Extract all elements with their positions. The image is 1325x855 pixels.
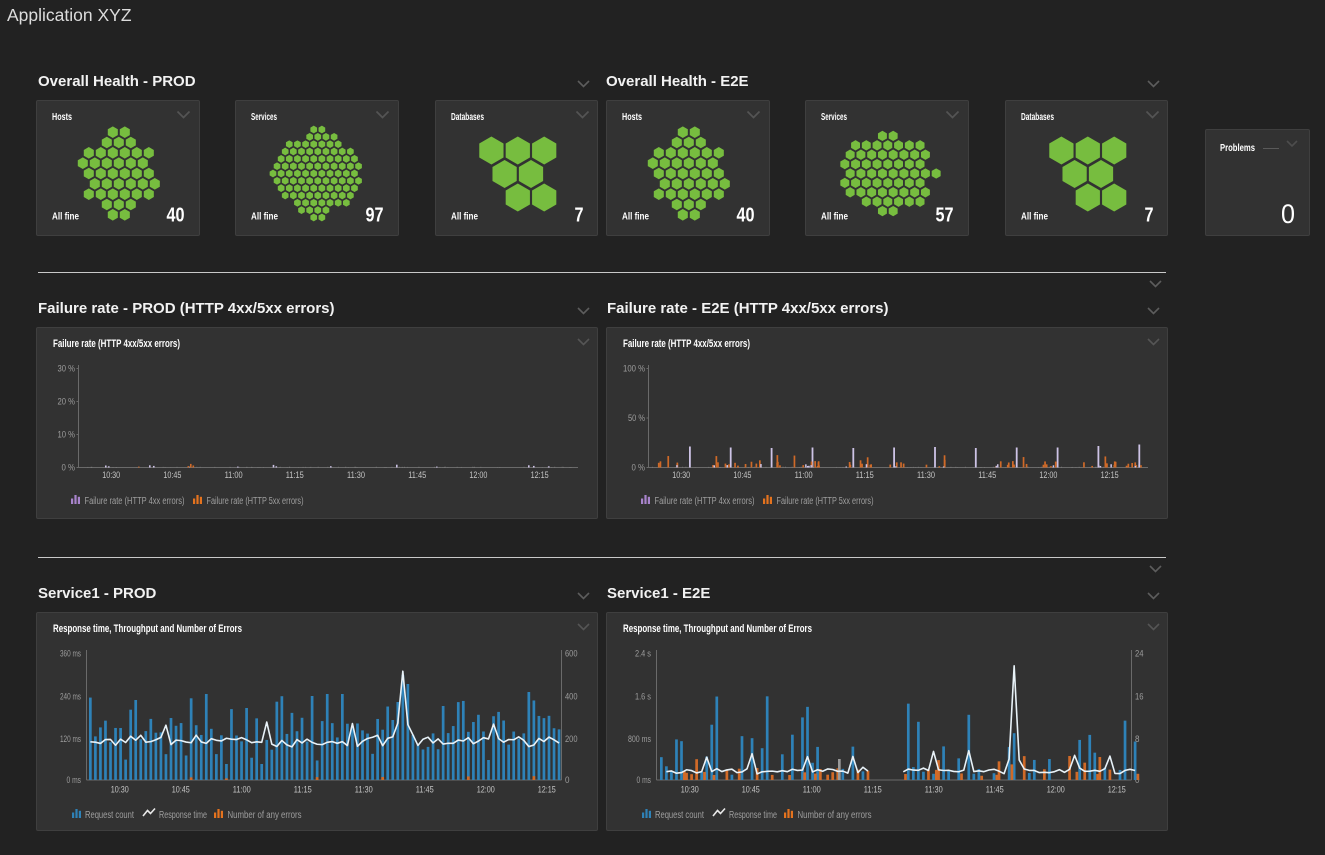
svg-text:1.6 s: 1.6 s — [635, 691, 651, 701]
svg-text:0: 0 — [565, 775, 570, 785]
svg-text:11:00: 11:00 — [225, 470, 243, 480]
svg-text:10:45: 10:45 — [172, 785, 190, 795]
svg-text:11:30: 11:30 — [917, 470, 935, 480]
svg-text:Request count: Request count — [85, 810, 134, 821]
svg-text:12:15: 12:15 — [538, 785, 556, 795]
svg-text:24: 24 — [1135, 649, 1144, 659]
svg-text:11:45: 11:45 — [416, 785, 434, 795]
svg-text:Services: Services — [251, 111, 277, 123]
svg-text:Problems: Problems — [1220, 142, 1255, 154]
svg-text:Databases: Databases — [1021, 111, 1054, 123]
svg-text:Hosts: Hosts — [52, 111, 72, 123]
svg-text:0 %: 0 % — [632, 463, 646, 473]
svg-text:11:45: 11:45 — [978, 470, 996, 480]
svg-text:11:30: 11:30 — [355, 785, 373, 795]
svg-text:600: 600 — [565, 649, 578, 659]
svg-text:10:30: 10:30 — [672, 470, 690, 480]
svg-text:0 ms: 0 ms — [637, 775, 652, 785]
svg-text:11:00: 11:00 — [803, 785, 821, 795]
svg-text:Number of any errors: Number of any errors — [798, 810, 872, 821]
svg-text:Databases: Databases — [451, 111, 484, 123]
svg-text:Request count: Request count — [655, 810, 704, 821]
svg-text:11:45: 11:45 — [986, 785, 1004, 795]
svg-text:11:00: 11:00 — [233, 785, 251, 795]
svg-text:10:45: 10:45 — [733, 470, 751, 480]
svg-text:12:00: 12:00 — [469, 470, 487, 480]
svg-text:7: 7 — [1144, 205, 1153, 227]
svg-text:12:15: 12:15 — [1108, 785, 1126, 795]
svg-text:Response time: Response time — [159, 810, 207, 821]
svg-text:0 %: 0 % — [62, 463, 76, 473]
svg-text:100 %: 100 % — [623, 364, 645, 374]
svg-text:All fine: All fine — [622, 211, 649, 223]
svg-text:Response time, Throughput and: Response time, Throughput and Number of … — [53, 623, 242, 635]
svg-text:All fine: All fine — [451, 211, 478, 223]
svg-text:400: 400 — [565, 691, 578, 701]
svg-text:360 ms: 360 ms — [60, 649, 81, 659]
svg-text:20 %: 20 % — [58, 397, 76, 407]
svg-text:11:30: 11:30 — [925, 785, 943, 795]
svg-text:All fine: All fine — [52, 211, 79, 223]
svg-text:Failure rate (HTTP 5xx errors): Failure rate (HTTP 5xx errors) — [207, 496, 304, 507]
svg-text:10:30: 10:30 — [102, 470, 120, 480]
svg-text:Failure rate (HTTP 5xx errors): Failure rate (HTTP 5xx errors) — [777, 496, 874, 507]
svg-text:Failure rate (HTTP 4xx errors): Failure rate (HTTP 4xx errors) — [655, 496, 755, 507]
svg-text:12:15: 12:15 — [531, 470, 549, 480]
svg-text:0: 0 — [1281, 199, 1295, 229]
svg-text:30 %: 30 % — [58, 364, 76, 374]
svg-text:12:00: 12:00 — [1039, 470, 1057, 480]
svg-text:40: 40 — [737, 205, 755, 227]
svg-text:16: 16 — [1135, 691, 1144, 701]
svg-text:7: 7 — [574, 205, 583, 227]
svg-text:10:30: 10:30 — [681, 785, 699, 795]
svg-text:240 ms: 240 ms — [60, 691, 81, 701]
svg-text:97: 97 — [366, 205, 384, 227]
svg-text:11:00: 11:00 — [795, 470, 813, 480]
svg-text:10:45: 10:45 — [163, 470, 181, 480]
svg-text:0 ms: 0 ms — [67, 775, 82, 785]
svg-text:11:30: 11:30 — [347, 470, 365, 480]
svg-text:50 %: 50 % — [628, 413, 645, 423]
svg-text:11:45: 11:45 — [408, 470, 426, 480]
svg-text:200: 200 — [565, 734, 578, 744]
svg-text:11:15: 11:15 — [856, 470, 874, 480]
svg-text:Response time: Response time — [729, 810, 777, 821]
svg-text:12:00: 12:00 — [1047, 785, 1065, 795]
svg-text:All fine: All fine — [251, 211, 278, 223]
svg-text:Number of any errors: Number of any errors — [228, 810, 302, 821]
svg-text:Response time, Throughput and: Response time, Throughput and Number of … — [623, 623, 812, 635]
svg-text:Services: Services — [821, 111, 847, 123]
svg-text:11:15: 11:15 — [286, 470, 304, 480]
svg-text:Hosts: Hosts — [622, 111, 642, 123]
svg-text:12:00: 12:00 — [477, 785, 495, 795]
svg-text:800 ms: 800 ms — [628, 734, 651, 744]
svg-text:Failure rate (HTTP 4xx errors): Failure rate (HTTP 4xx errors) — [85, 496, 185, 507]
svg-text:Failure rate (HTTP 4xx/5xx err: Failure rate (HTTP 4xx/5xx errors) — [53, 338, 180, 350]
svg-text:11:15: 11:15 — [294, 785, 312, 795]
svg-text:57: 57 — [936, 205, 954, 227]
svg-text:All fine: All fine — [821, 211, 848, 223]
svg-text:2.4 s: 2.4 s — [635, 649, 651, 659]
svg-text:All fine: All fine — [1021, 211, 1048, 223]
svg-text:120 ms: 120 ms — [60, 734, 81, 744]
svg-text:11:15: 11:15 — [864, 785, 882, 795]
svg-text:10:30: 10:30 — [111, 785, 129, 795]
svg-text:10 %: 10 % — [58, 430, 76, 440]
svg-text:Failure rate (HTTP 4xx/5xx err: Failure rate (HTTP 4xx/5xx errors) — [623, 338, 750, 350]
svg-text:40: 40 — [167, 205, 185, 227]
svg-text:12:15: 12:15 — [1101, 470, 1119, 480]
svg-text:10:45: 10:45 — [742, 785, 760, 795]
